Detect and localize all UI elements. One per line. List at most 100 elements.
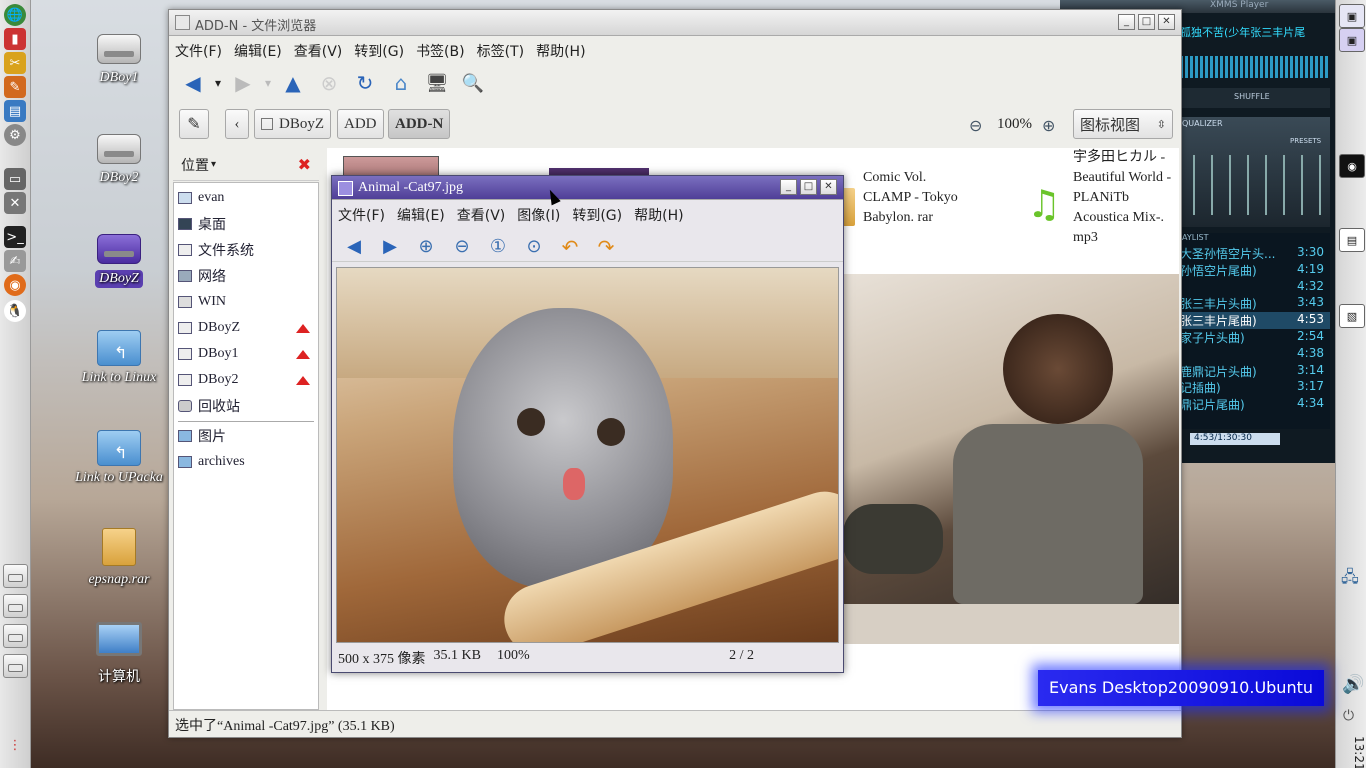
image-viewer-task-icon[interactable]: ▧ — [1339, 304, 1365, 328]
desktop-icon-dboy2[interactable]: DBoy2 — [64, 134, 174, 186]
window-list-icon[interactable]: ▭ — [4, 168, 26, 190]
desktop-icon-dboy1[interactable]: DBoy1 — [64, 34, 174, 86]
bookmarks-icon[interactable]: ▮ — [4, 28, 26, 50]
back-history-chevron-icon[interactable]: ▾ — [211, 70, 225, 96]
menu-help[interactable]: 帮助(H) — [628, 205, 689, 225]
sidebar-item-network[interactable]: 网络 — [174, 263, 318, 289]
gear-icon[interactable]: ⚙ — [4, 124, 26, 146]
menu-image[interactable]: 图像(I) — [511, 205, 566, 225]
rotate-left-icon[interactable]: ↶ — [557, 234, 583, 260]
xmms-eq-sliders[interactable] — [1184, 155, 1322, 215]
sidebar-item-win[interactable]: WIN — [174, 289, 318, 315]
sidebar-item-pictures[interactable]: 图片 — [174, 423, 318, 449]
file-item-comic-rar[interactable]: Comic Vol. CLAMP - Tokyo Babylon. rar — [863, 168, 959, 228]
xmms-shuffle-button[interactable]: SHUFFLE — [1180, 88, 1330, 108]
forward-history-chevron-icon[interactable]: ▾ — [261, 70, 275, 96]
playlist-item[interactable]: 张三丰片头曲) 3:43 — [1180, 295, 1330, 312]
file-thumbnail-photo[interactable] — [843, 274, 1179, 644]
firefox-icon[interactable]: ◉ — [4, 274, 26, 296]
drive-launcher-4[interactable] — [3, 654, 28, 678]
window-menu-icon[interactable] — [338, 181, 353, 196]
media-icon[interactable]: ◉ — [1339, 154, 1365, 178]
sidebar-item-dboyz[interactable]: DBoyZ — [174, 315, 318, 341]
office-icon[interactable]: ▤ — [4, 100, 26, 122]
playlist-item[interactable]: 孙悟空片尾曲) 4:19 — [1180, 262, 1330, 279]
back-arrow-icon[interactable]: ◀ — [180, 70, 206, 96]
playlist-item[interactable]: 4:38 — [1180, 346, 1330, 363]
zoom-fit-icon[interactable]: ⊙ — [521, 234, 547, 260]
menu-bookmarks[interactable]: 书签(B) — [410, 41, 471, 61]
network-icon[interactable]: 🖧 — [1341, 566, 1359, 593]
desktop-icon-link-linux[interactable]: Link to Linux — [64, 330, 174, 386]
sidebar-item-dboy1[interactable]: DBoy1 — [174, 341, 318, 367]
minimize-button[interactable]: _ — [1118, 14, 1135, 30]
home-folder-icon[interactable]: ⌂ — [388, 70, 414, 96]
paint-icon[interactable]: ✎ — [4, 76, 26, 98]
playlist-item-current[interactable]: 张三丰片尾曲) 4:53 — [1180, 312, 1330, 329]
edit-location-icon[interactable]: ✎ — [179, 109, 209, 139]
sidebar-item-desktop[interactable]: 桌面 — [174, 211, 318, 237]
menu-view[interactable]: 查看(V) — [451, 205, 512, 225]
settings-tools-icon[interactable]: ✕ — [4, 192, 26, 214]
menu-file[interactable]: 文件(F) — [169, 41, 228, 61]
menu-edit[interactable]: 编辑(E) — [391, 205, 451, 225]
zoom-normal-icon[interactable]: ① — [485, 234, 511, 260]
maximize-button[interactable]: □ — [1138, 14, 1155, 30]
tools-icon[interactable]: ✂ — [4, 52, 26, 74]
playlist-item[interactable]: 鼎记片尾曲) 4:34 — [1180, 396, 1330, 413]
drive-launcher-3[interactable] — [3, 624, 28, 648]
file-manager-titlebar[interactable]: ADD-N - 文件浏览器 _ □ ✕ — [169, 10, 1181, 36]
image-viewer-titlebar[interactable]: Animal -Cat97.jpg _ □ ✕ — [332, 176, 843, 200]
crumb-left-chevron-icon[interactable]: ‹ — [225, 109, 249, 139]
sidebar-item-evan[interactable]: evan — [174, 185, 318, 211]
breadcrumb-add-n[interactable]: ADD-N — [388, 109, 451, 139]
file-item-beautiful-world-mp3[interactable]: 宇多田ヒカル -Beautiful World - PLANiTb Acoust… — [1073, 148, 1173, 248]
drive-launcher-1[interactable] — [3, 564, 28, 588]
rotate-right-icon[interactable]: ↷ — [593, 234, 619, 260]
close-sidebar-icon[interactable]: ✖ — [298, 155, 311, 174]
image-canvas[interactable] — [336, 267, 839, 643]
view-mode-select[interactable]: 图标视图 ⇳ — [1073, 109, 1173, 139]
reload-icon[interactable]: ↻ — [352, 70, 378, 96]
computer-icon[interactable]: 🖥 — [424, 70, 450, 96]
window-active-icon[interactable]: ▣ — [1339, 28, 1365, 52]
menu-edit[interactable]: 编辑(E) — [228, 41, 288, 61]
breadcrumb-add[interactable]: ADD — [337, 109, 384, 139]
desktop-icon-computer[interactable]: 计算机 — [64, 622, 174, 686]
zoom-out-icon[interactable]: ⊖ — [969, 116, 982, 135]
close-button[interactable]: ✕ — [1158, 14, 1175, 30]
maximize-button[interactable]: □ — [800, 179, 817, 195]
playlist-item[interactable]: 鹿鼎记片头曲) 3:14 — [1180, 363, 1330, 380]
desktop-icon-link-upacka[interactable]: Link to UPacka — [64, 430, 174, 486]
volume-icon[interactable]: 🔊 — [1342, 674, 1364, 695]
menu-go[interactable]: 转到(G) — [348, 41, 410, 61]
window-menu-icon[interactable] — [175, 15, 190, 30]
qq-penguin-icon[interactable]: 🐧 — [4, 300, 26, 322]
sidebar-item-filesystem[interactable]: 文件系统 — [174, 237, 318, 263]
next-image-icon[interactable]: ▶ — [377, 234, 403, 260]
previous-image-icon[interactable]: ◀ — [341, 234, 367, 260]
zoom-in-icon[interactable]: ⊕ — [1042, 116, 1055, 135]
zoom-in-icon[interactable]: ⊕ — [413, 234, 439, 260]
playlist-item[interactable]: 家子片头曲) 2:54 — [1180, 329, 1330, 346]
menu-tabs[interactable]: 标签(T) — [471, 41, 530, 61]
power-icon[interactable]: ⏻ — [1343, 708, 1354, 724]
playlist-item[interactable]: 大圣孙悟空片头... 3:30 — [1180, 245, 1330, 262]
stop-icon[interactable]: ⊗ — [316, 70, 342, 96]
up-arrow-icon[interactable]: ▲ — [280, 70, 306, 96]
menu-file[interactable]: 文件(F) — [332, 205, 391, 225]
playlist-item[interactable]: 记插曲) 3:17 — [1180, 379, 1330, 396]
editor-icon[interactable]: ✍ — [4, 250, 26, 272]
forward-arrow-icon[interactable]: ▶ — [230, 70, 256, 96]
trash-mini-icon[interactable]: ⋮ — [4, 734, 26, 756]
zoom-out-icon[interactable]: ⊖ — [449, 234, 475, 260]
desktop-icon-dboyz[interactable]: DBoyZ — [64, 234, 174, 288]
window-icon[interactable]: ▣ — [1339, 4, 1365, 28]
sidebar-item-dboy2[interactable]: DBoy2 — [174, 367, 318, 393]
eject-icon[interactable] — [296, 349, 310, 359]
sidebar-header[interactable]: 位置 ▾ ✖ — [173, 149, 319, 181]
playlist-item[interactable]: 4:32 — [1180, 279, 1330, 296]
breadcrumb-dboyz[interactable]: DBoyZ — [254, 109, 331, 139]
close-button[interactable]: ✕ — [820, 179, 837, 195]
clock[interactable]: 13:21 — [1338, 736, 1366, 768]
